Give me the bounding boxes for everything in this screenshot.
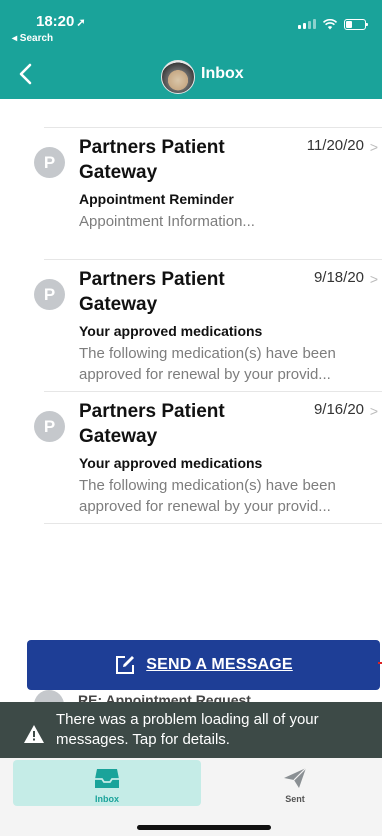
inbox-tray-icon <box>95 769 119 788</box>
home-indicator <box>137 825 271 830</box>
message-sender: Partners Patient Gateway <box>79 269 225 315</box>
page-title: Inbox <box>201 65 244 82</box>
tab-inbox[interactable]: Inbox <box>13 760 201 806</box>
message-date: 11/20/20 <box>306 137 364 154</box>
message-date: 9/18/20 <box>313 269 364 286</box>
paper-plane-icon <box>284 767 307 788</box>
tab-sent-label: Sent <box>285 794 305 804</box>
compose-icon <box>116 656 135 674</box>
message-preview: Appointment Information... <box>79 213 255 230</box>
battery-icon <box>344 18 368 30</box>
message-subject: Your approved medications <box>79 455 263 471</box>
inbox-avatar <box>161 60 195 94</box>
sender-avatar: P <box>34 411 65 442</box>
error-banner-text: There was a problem loading all of your … <box>56 711 319 748</box>
message-preview: The following medication(s) have been ap… <box>79 345 336 383</box>
sender-avatar: P <box>34 147 65 178</box>
chevron-right-icon: > <box>369 403 378 419</box>
send-message-label: SEND A MESSAGE <box>146 656 293 673</box>
message-preview: The following medication(s) have been ap… <box>79 477 336 515</box>
tab-bar: Inbox Sent <box>0 758 382 836</box>
back-to-search-link[interactable]: ◂ Search <box>12 33 53 44</box>
chevron-right-icon: > <box>369 139 378 155</box>
message-subject: Appointment Reminder <box>79 191 234 207</box>
warning-icon <box>24 725 44 743</box>
message-subject: Your approved medications <box>79 323 263 339</box>
row-divider <box>44 391 382 392</box>
message-row[interactable]: P Partners Patient Gateway 9/18/20 > You… <box>0 259 382 391</box>
tab-inbox-label: Inbox <box>95 794 119 804</box>
message-row-partial[interactable]: RE: Appointment Request <box>34 688 364 702</box>
error-banner[interactable]: There was a problem loading all of your … <box>0 702 382 758</box>
message-date: 9/16/20 <box>313 401 364 418</box>
chevron-right-icon: > <box>369 271 378 287</box>
message-sender: Partners Patient Gateway <box>79 401 225 447</box>
status-time: 18:20 ➚ <box>36 13 86 30</box>
wifi-icon <box>323 18 337 29</box>
back-chevron-icon[interactable] <box>14 61 40 87</box>
location-arrow-icon: ➚ <box>76 17 86 29</box>
message-sender: Partners Patient Gateway <box>79 137 225 183</box>
sender-avatar: P <box>34 279 65 310</box>
status-icons <box>298 18 368 30</box>
status-time-text: 18:20 <box>36 13 75 30</box>
row-divider <box>44 523 382 524</box>
red-marker <box>378 662 382 664</box>
row-divider <box>44 127 382 128</box>
row-divider <box>44 259 382 260</box>
nav-header: 18:20 ➚ ◂ Search Inbox <box>0 0 382 99</box>
signal-icon <box>298 19 316 29</box>
tab-sent[interactable]: Sent <box>220 760 370 806</box>
message-subject: RE: Appointment Request <box>78 692 251 702</box>
send-message-button[interactable]: SEND A MESSAGE <box>27 640 380 690</box>
message-row[interactable]: P Partners Patient Gateway 9/16/20 > You… <box>0 391 382 523</box>
message-row[interactable]: P Partners Patient Gateway 11/20/20 > Ap… <box>0 127 382 259</box>
sender-avatar <box>34 690 64 702</box>
